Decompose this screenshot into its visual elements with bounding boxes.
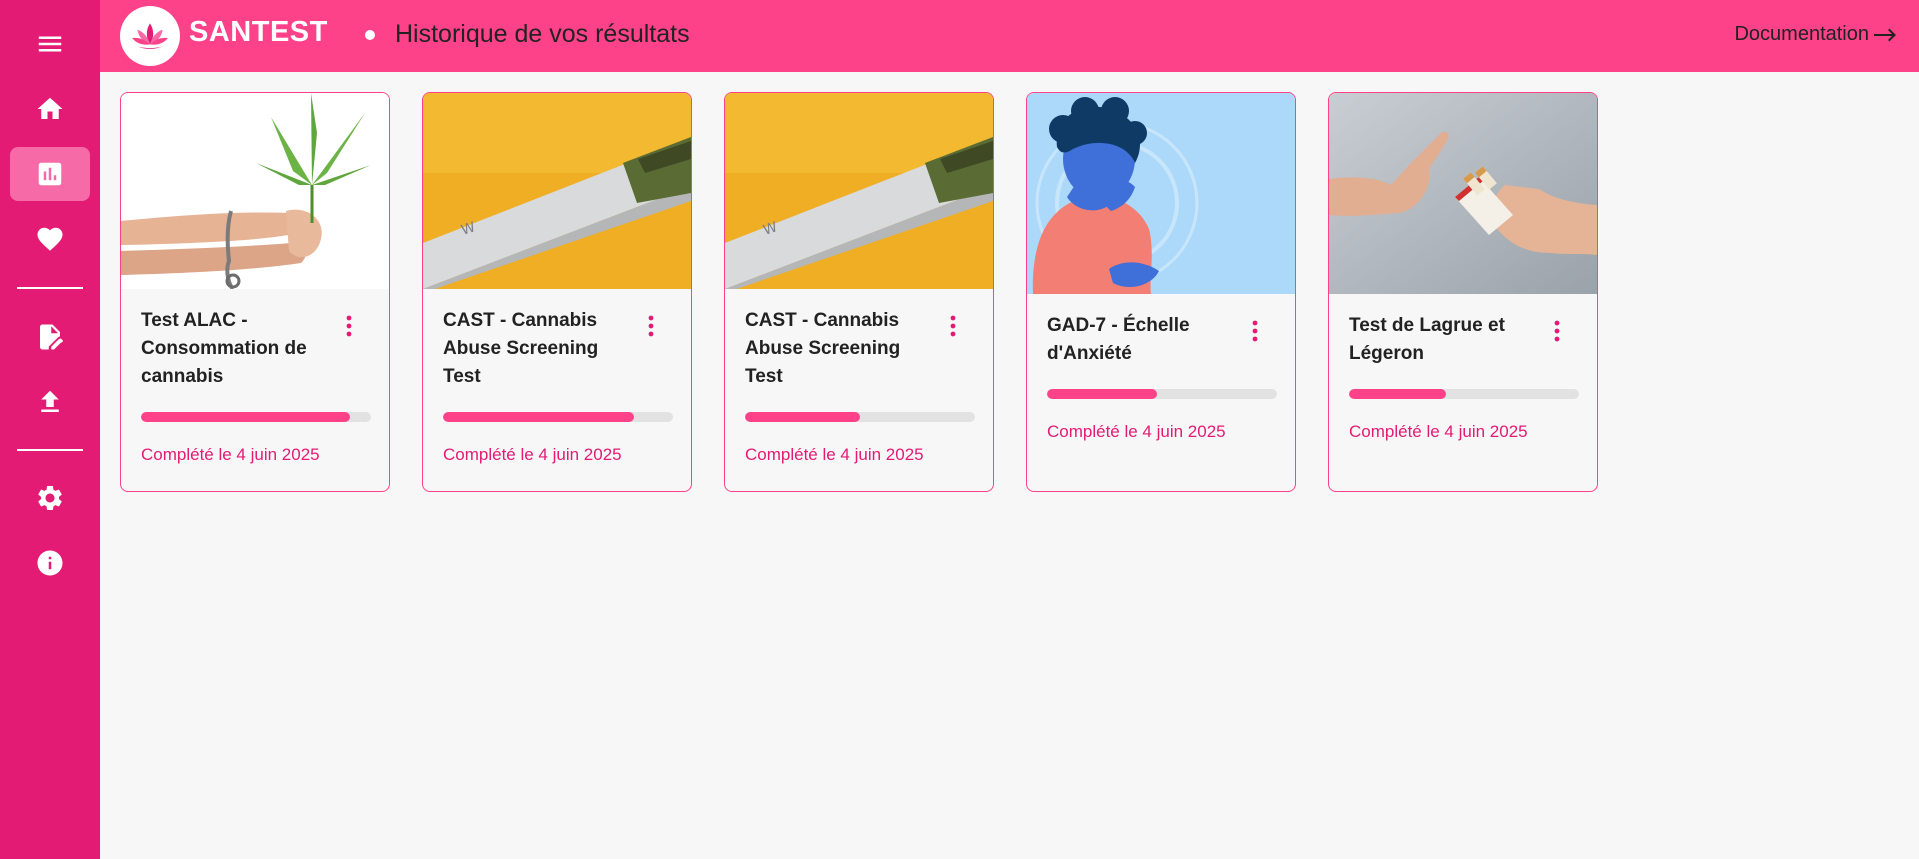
card-menu-button[interactable] [947, 313, 959, 339]
progress-bar [1047, 389, 1277, 399]
heart-icon [37, 227, 63, 251]
card-image: W [725, 93, 993, 289]
completion-date: Complété le 4 juin 2025 [745, 445, 924, 464]
documentation-link[interactable]: Documentation [1734, 23, 1897, 46]
card-menu-button[interactable] [343, 313, 355, 339]
sidebar-item-results[interactable] [10, 147, 90, 201]
card-menu-button[interactable] [645, 313, 657, 339]
progress-fill [745, 412, 860, 422]
header: SANTEST Historique de vos résultats Docu… [100, 0, 1919, 72]
sidebar-item-settings[interactable] [10, 471, 90, 525]
logo[interactable] [120, 6, 180, 66]
completion-date: Complété le 4 juin 2025 [1349, 422, 1528, 441]
upload-icon [41, 390, 59, 412]
completion-date: Complété le 4 juin 2025 [1047, 422, 1226, 441]
page-title: Historique de vos résultats [395, 20, 690, 48]
card-image [1329, 93, 1597, 294]
progress-fill [1047, 389, 1158, 399]
edit-document-icon [40, 324, 63, 350]
completion-date: Complété le 4 juin 2025 [443, 445, 622, 464]
more-vertical-icon [648, 315, 654, 337]
card-title: CAST - Cannabis Abuse Screening Test [443, 310, 599, 387]
menu-icon [38, 36, 62, 52]
card-menu-button[interactable] [1551, 318, 1563, 344]
lotus-icon [132, 23, 168, 49]
sidebar-item-upload[interactable] [10, 375, 90, 429]
more-vertical-icon [950, 315, 956, 337]
progress-fill [1349, 389, 1446, 399]
test-card-cast[interactable]: W CAST - Cannabis Abuse Screening Test C… [724, 92, 994, 492]
progress-bar [1349, 389, 1579, 399]
card-image [1027, 93, 1295, 294]
test-card-gad7[interactable]: GAD-7 - Échelle d'Anxiété Complété le 4 … [1026, 92, 1296, 492]
progress-bar [745, 412, 975, 422]
sidebar-item-edit[interactable] [10, 310, 90, 364]
completion-date: Complété le 4 juin 2025 [141, 445, 320, 464]
arrow-right-icon [1874, 28, 1896, 41]
sidebar-item-health[interactable] [10, 212, 90, 266]
card-title: Test de Lagrue et Légeron [1349, 315, 1505, 364]
sidebar-divider [17, 287, 83, 289]
progress-fill [141, 412, 351, 422]
documentation-label: Documentation [1734, 23, 1869, 45]
progress-bar [141, 412, 371, 422]
card-image: W [423, 93, 691, 289]
progress-bar [443, 412, 673, 422]
sidebar-divider [17, 449, 83, 451]
brand-name: SANTEST [189, 16, 328, 48]
card-image [121, 93, 389, 289]
sidebar-item-info[interactable] [10, 536, 90, 590]
card-menu-button[interactable] [1249, 318, 1261, 344]
more-vertical-icon [1252, 320, 1258, 342]
chart-icon [38, 162, 62, 186]
card-title: GAD-7 - Échelle d'Anxiété [1047, 315, 1190, 364]
menu-button[interactable] [10, 17, 90, 71]
title-separator [365, 30, 375, 40]
more-vertical-icon [1554, 320, 1560, 342]
home-icon [37, 97, 63, 119]
test-card-cast[interactable]: W CAST - Cannabis Abuse Screening Test C… [422, 92, 692, 492]
info-icon [37, 550, 63, 576]
sidebar-item-home[interactable] [10, 82, 90, 136]
sidebar [0, 0, 100, 859]
gear-icon [38, 486, 62, 510]
test-card-lagrue[interactable]: Test de Lagrue et Légeron Complété le 4 … [1328, 92, 1598, 492]
card-title: CAST - Cannabis Abuse Screening Test [745, 310, 901, 387]
test-card-alac[interactable]: Test ALAC - Consommation de cannabis Com… [120, 92, 390, 492]
progress-fill [443, 412, 634, 422]
more-vertical-icon [346, 315, 352, 337]
card-title: Test ALAC - Consommation de cannabis [141, 310, 307, 387]
